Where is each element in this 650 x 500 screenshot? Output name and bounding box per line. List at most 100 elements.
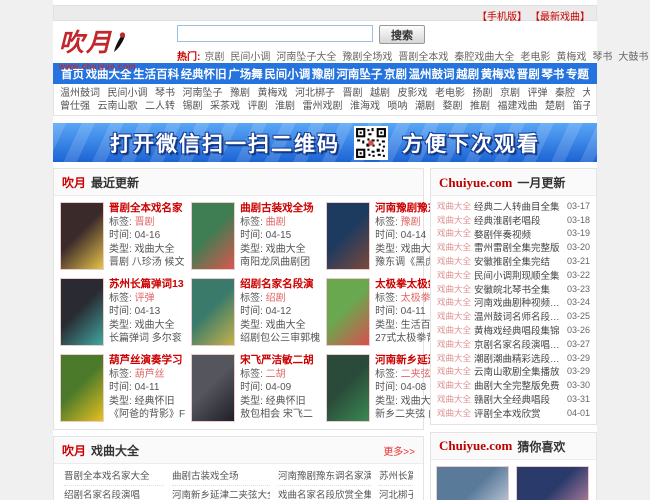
update-link[interactable]: 京剧名家名段演唱会集锦: [474, 337, 563, 351]
tag-link[interactable]: 绍剧: [266, 293, 286, 304]
site-logo[interactable]: 吹月 www.chuiyue.com: [59, 23, 169, 71]
video-thumbnail[interactable]: [191, 278, 236, 346]
catalog-link[interactable]: 曲剧古装戏全场: [172, 467, 270, 486]
sub-nav-link[interactable]: 老电影: [435, 88, 465, 99]
catalog-link[interactable]: 河北梆子名家名段100首: [379, 486, 413, 500]
sub-nav-link[interactable]: 楚剧: [545, 101, 565, 112]
sub-nav-link[interactable]: 采茶戏: [210, 101, 240, 112]
sub-nav-link[interactable]: 大鼓书: [583, 88, 591, 99]
catalog-link[interactable]: 绍剧名家名段演唱: [64, 486, 164, 500]
catalog-link[interactable]: 河南豫剧豫东调名家演唱: [278, 467, 371, 486]
nav-item[interactable]: 广场舞: [228, 66, 263, 82]
sub-nav-link[interactable]: 潮剧: [415, 101, 435, 112]
update-link[interactable]: 赣剧大全经典唱段: [474, 392, 563, 406]
catalog-link[interactable]: 戏曲名家名段欣赏全集: [278, 486, 371, 500]
tag-link[interactable]: 曲剧: [266, 217, 286, 228]
wechat-banner[interactable]: 打开微信扫一扫二维码 方便下次观看: [53, 123, 597, 162]
tag-link[interactable]: 二胡: [266, 369, 286, 380]
update-link[interactable]: 云南山歌剧全集播放: [474, 365, 563, 378]
sub-nav-link[interactable]: 越剧: [370, 88, 390, 99]
nav-item[interactable]: 越剧: [456, 66, 479, 82]
sub-nav-link[interactable]: 推剧: [470, 101, 490, 112]
update-link[interactable]: 温州鼓词名师名段演唱: [474, 309, 563, 323]
sub-nav-link[interactable]: 曾仕强: [60, 101, 90, 112]
video-title-link[interactable]: 曲剧古装戏全场: [240, 202, 314, 215]
sub-nav-link[interactable]: 淮海戏: [350, 101, 380, 112]
sub-nav-link[interactable]: 雷州戏剧: [303, 101, 343, 112]
hot-link[interactable]: 河南坠子大全: [276, 52, 336, 63]
nav-item[interactable]: 黄梅戏: [481, 66, 516, 82]
hot-link[interactable]: 老电影: [520, 52, 550, 63]
sub-nav-link[interactable]: 豫剧: [230, 88, 250, 99]
update-link[interactable]: 安徽皖北琴书全集: [474, 282, 563, 296]
nav-item[interactable]: 专题: [566, 66, 589, 82]
sub-nav-link[interactable]: 琴书: [155, 88, 175, 99]
update-link[interactable]: 河南戏曲剧种视频大全: [474, 296, 563, 309]
video-thumbnail[interactable]: [60, 354, 104, 422]
video-thumbnail[interactable]: [326, 202, 371, 270]
video-thumbnail[interactable]: [60, 202, 104, 270]
video-thumbnail[interactable]: [191, 354, 236, 422]
sub-nav-link[interactable]: 婺剧: [443, 101, 463, 112]
nav-item[interactable]: 琴书: [541, 66, 564, 82]
guess-thumbnail[interactable]: [516, 465, 589, 500]
tag-link[interactable]: 葫芦丝: [135, 369, 165, 380]
nav-item[interactable]: 京剧: [384, 66, 407, 82]
update-link[interactable]: 雷州雷剧全集完整版: [474, 240, 563, 254]
update-link[interactable]: 民间小调荆现顺全集: [474, 268, 563, 282]
sub-nav-link[interactable]: 二人转: [145, 101, 175, 112]
sub-nav-link[interactable]: 福建戏曲: [498, 101, 538, 112]
catalog-link[interactable]: 苏州长篇弹词13部: [379, 467, 413, 486]
hot-link[interactable]: 大鼓书: [618, 52, 648, 63]
guess-item[interactable]: 黄梅戏红色经典唱段: [516, 465, 591, 500]
video-title-link[interactable]: 晋剧全本戏名家: [109, 202, 185, 215]
hot-link[interactable]: 京剧: [204, 52, 224, 63]
sub-nav-link[interactable]: 京剧: [500, 88, 520, 99]
video-title-link[interactable]: 绍剧名家名段演: [240, 278, 320, 291]
hot-link[interactable]: 豫剧全场戏: [342, 52, 392, 63]
sub-nav-link[interactable]: 民间小调: [108, 88, 148, 99]
tag-link[interactable]: 评弹: [135, 293, 155, 304]
sub-nav-link[interactable]: 温州鼓词: [60, 88, 100, 99]
search-button[interactable]: 搜索: [379, 25, 425, 44]
nav-item[interactable]: 豫剧: [312, 66, 335, 82]
sub-nav-link[interactable]: 皮影戏: [398, 88, 428, 99]
tag-link[interactable]: 豫剧: [401, 217, 421, 228]
sub-nav-link[interactable]: 扬剧: [473, 88, 493, 99]
update-link[interactable]: 评剧全本戏欣赏: [474, 406, 563, 420]
update-link[interactable]: 经典淮剧老唱段: [474, 213, 563, 227]
update-link[interactable]: 婺剧伴奏视频: [474, 227, 563, 241]
tag-link[interactable]: 太极拳: [401, 293, 431, 304]
video-thumbnail[interactable]: [191, 202, 236, 270]
sub-nav-link[interactable]: 唢呐: [388, 101, 408, 112]
update-link[interactable]: 经典二人转曲目全集: [474, 199, 563, 213]
sub-nav-link[interactable]: 评剧: [248, 101, 268, 112]
update-link[interactable]: 曲剧大全完整版免费: [474, 378, 563, 392]
sub-nav-link[interactable]: 河南坠子: [183, 88, 223, 99]
catalog-link[interactable]: 河南新乡延津二夹弦大全: [172, 486, 270, 500]
video-thumbnail[interactable]: [326, 354, 371, 422]
sub-nav-link[interactable]: 淮剧: [275, 101, 295, 112]
nav-item[interactable]: 民间小调: [264, 66, 310, 82]
video-title-link[interactable]: 宋飞严洁敏二胡: [240, 354, 314, 367]
update-link[interactable]: 黄梅戏经典唱段集锦: [474, 323, 563, 337]
sub-nav-link[interactable]: 河北梆子: [295, 88, 335, 99]
search-input[interactable]: [177, 25, 373, 42]
update-link[interactable]: 安徽推剧全集完结: [474, 254, 563, 268]
guess-item[interactable]: 京剧名家名段演唱: [436, 465, 511, 500]
video-thumbnail[interactable]: [326, 278, 371, 346]
sub-nav-link[interactable]: 锡剧: [183, 101, 203, 112]
hot-link[interactable]: 民间小调: [230, 52, 270, 63]
sub-nav-link[interactable]: 云南山歌: [98, 101, 138, 112]
hot-link[interactable]: 琴书: [592, 52, 612, 63]
nav-item[interactable]: 晋剧: [517, 66, 540, 82]
tag-link[interactable]: 晋剧: [135, 217, 155, 228]
video-title-link[interactable]: 苏州长篇弹词13: [109, 278, 184, 291]
catalog-link[interactable]: 晋剧全本戏名家大全: [64, 467, 164, 486]
nav-item[interactable]: 经典怀旧: [181, 66, 227, 82]
nav-item[interactable]: 温州鼓词: [409, 66, 455, 82]
nav-item[interactable]: 河南坠子: [336, 66, 382, 82]
update-link[interactable]: 潮剧潮曲精彩选段200首: [474, 351, 563, 365]
sub-nav-link[interactable]: 秦腔: [555, 88, 575, 99]
sub-nav-link[interactable]: 晋剧: [343, 88, 363, 99]
